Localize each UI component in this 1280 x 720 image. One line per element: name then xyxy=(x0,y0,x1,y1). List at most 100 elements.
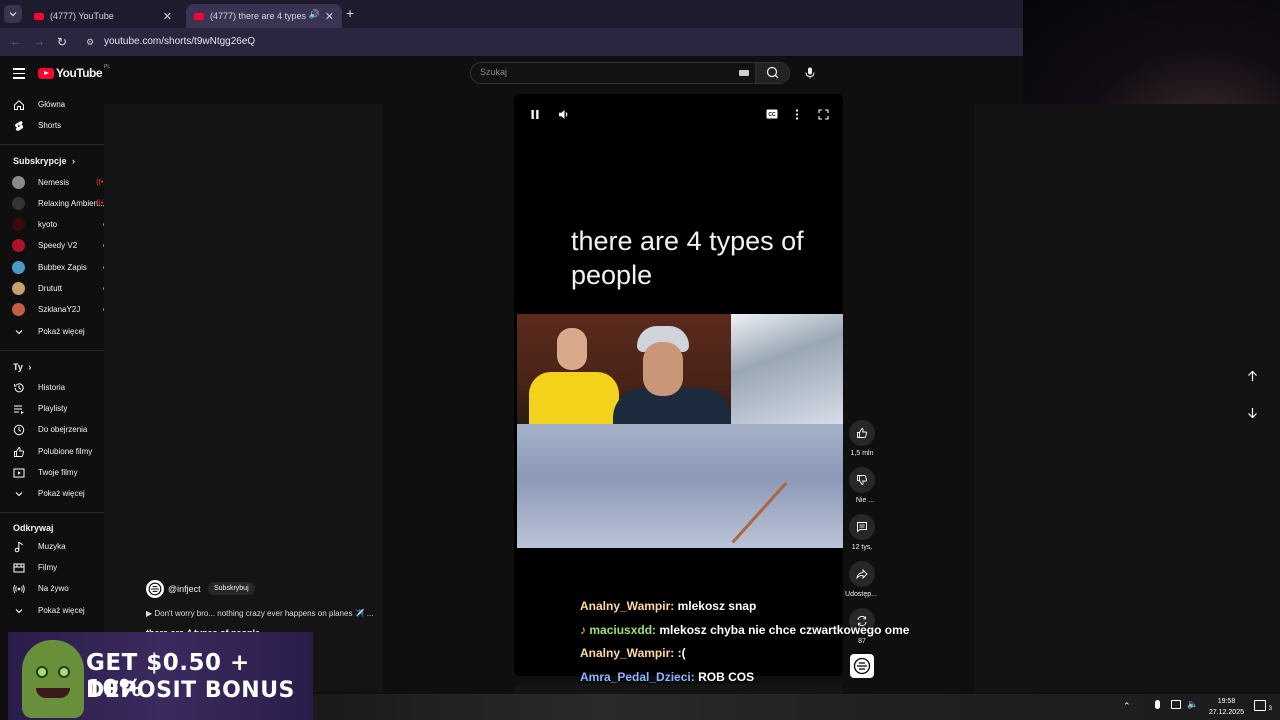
chevron-down-icon xyxy=(12,325,26,339)
like-count: 1,5 mln xyxy=(850,450,874,457)
logo-text: YouTube xyxy=(56,66,103,80)
sidebar-item-label: Muzyka xyxy=(38,542,66,551)
shorts-left-panel xyxy=(104,104,383,692)
chat-text: :( xyxy=(677,646,686,660)
search-input[interactable]: Szukaj xyxy=(480,67,507,77)
chat-message: Amra_Pedal_Dzieci: ROB COS xyxy=(580,670,754,684)
captions-button[interactable]: CC xyxy=(763,106,781,122)
chevron-right-icon: › xyxy=(28,362,32,372)
sidebar-item-label: Bubbex Zapis xyxy=(38,263,87,272)
chevron-down-icon xyxy=(9,12,17,17)
avatar xyxy=(12,239,25,252)
fullscreen-button[interactable] xyxy=(814,106,832,122)
yellow-shirt xyxy=(529,372,619,424)
sidebar-item-label: Pokaż więcej xyxy=(38,327,85,336)
video-frame xyxy=(517,314,843,548)
youtube-header: YouTube PL Szukaj xyxy=(0,56,1023,92)
search-button[interactable] xyxy=(755,63,789,83)
notification-count: 3 xyxy=(1268,706,1272,712)
avatar xyxy=(12,282,25,295)
microphone-icon xyxy=(805,67,815,79)
voice-search-button[interactable] xyxy=(799,62,821,84)
volume-button[interactable] xyxy=(555,106,573,122)
windows-taskbar: ⌃ 🔈 19:58 27.12.2025 3 xyxy=(313,694,1280,720)
you-heading-label: Ty xyxy=(13,362,23,372)
next-short-preview[interactable] xyxy=(514,684,843,694)
more-options-button[interactable] xyxy=(788,106,806,122)
thumb-up-icon xyxy=(857,428,868,438)
svg-text:CC: CC xyxy=(768,112,776,118)
chat-text: ROB COS xyxy=(698,670,755,684)
video-caption-text: there are 4 types of people xyxy=(571,226,804,290)
chat-message: ♪ maciusxdd: mlekosz chyba nie chce czwa… xyxy=(580,623,909,637)
microphone-tray-icon[interactable] xyxy=(1155,700,1160,709)
system-clock[interactable]: 19:58 27.12.2025 xyxy=(1209,696,1244,718)
music-note-icon: ♪ xyxy=(580,623,586,637)
share-button[interactable] xyxy=(849,561,875,587)
youtube-logo[interactable]: YouTube PL xyxy=(38,64,110,80)
new-tab-button[interactable]: + xyxy=(346,5,354,21)
speaker-icon[interactable]: 🔊 xyxy=(309,9,320,20)
sidebar-item-label: Relaxing Ambien... xyxy=(38,199,105,208)
back-icon[interactable]: ← xyxy=(10,36,21,48)
site-info-icon[interactable]: ⚙ xyxy=(86,32,94,52)
dislike-button[interactable] xyxy=(849,467,875,493)
explore-heading-label: Odkrywaj xyxy=(13,523,54,533)
playlist-icon xyxy=(12,402,26,416)
volume-icon xyxy=(559,109,568,119)
tab-title: (4777) YouTube xyxy=(50,11,114,21)
comments-button[interactable] xyxy=(849,514,875,540)
browser-tab-active[interactable]: (4777) there are 4 types of 🔊 ✕ xyxy=(186,4,342,28)
share-icon xyxy=(856,568,868,580)
sidebar-item-label: Shorts xyxy=(38,121,62,130)
like-button[interactable] xyxy=(849,420,875,446)
remix-count: 87 xyxy=(858,638,866,645)
volume-tray-icon[interactable]: 🔈 xyxy=(1187,699,1198,710)
sidebar-item-label: Drututt xyxy=(38,284,63,293)
close-tab-icon[interactable]: ✕ xyxy=(163,10,172,23)
short-video-player[interactable]: CC there are 4 types of people xyxy=(514,94,843,676)
channel-avatar[interactable] xyxy=(146,580,164,598)
reload-icon[interactable]: ↻ xyxy=(57,35,67,49)
avatar xyxy=(12,303,25,316)
tab-list-button[interactable] xyxy=(4,5,22,23)
close-tab-icon[interactable]: ✕ xyxy=(325,10,334,23)
streamer-face xyxy=(643,342,683,396)
url-field[interactable]: ⚙ youtube.com/shorts/t9wNtgg26eQ xyxy=(78,32,1018,52)
play-square-icon xyxy=(12,466,26,480)
menu-icon[interactable] xyxy=(13,68,25,79)
subscriptions-heading[interactable]: Subskrypcje › xyxy=(13,156,75,166)
next-short-button[interactable] xyxy=(1240,402,1264,424)
notification-center-icon[interactable] xyxy=(1254,700,1266,711)
forward-icon[interactable]: → xyxy=(34,36,45,48)
more-vertical-icon xyxy=(795,108,799,120)
avatar xyxy=(12,176,25,189)
arrow-up-icon xyxy=(1247,370,1257,381)
previous-short-button[interactable] xyxy=(1240,365,1264,387)
search-box[interactable]: Szukaj xyxy=(470,62,790,84)
browser-tab-youtube[interactable]: (4777) YouTube ✕ xyxy=(26,4,180,28)
sidebar-item-label: Speedy V2 xyxy=(38,241,78,250)
chevron-up-icon[interactable]: ⌃ xyxy=(1123,701,1131,712)
keyboard-icon[interactable] xyxy=(739,70,749,76)
url-text: youtube.com/shorts/t9wNtgg26eQ xyxy=(104,36,256,47)
address-bar-row: ← → ↻ ⚙ youtube.com/shorts/t9wNtgg26eQ xyxy=(0,28,1023,56)
thumb-up-icon xyxy=(12,445,26,459)
sidebar-item-label: Nemesis xyxy=(38,178,70,187)
subscribe-button[interactable]: Subskrybuj xyxy=(208,582,255,595)
channel-avatar-button[interactable] xyxy=(850,654,874,678)
chat-message: Analny_Wampir: :( xyxy=(580,646,686,660)
short-description[interactable]: ▶ Don't worry bro... nothing crazy ever … xyxy=(146,609,374,618)
youtube-favicon-icon xyxy=(194,12,204,20)
pause-button[interactable] xyxy=(526,106,544,122)
subscriptions-heading-label: Subskrypcje xyxy=(13,156,67,166)
channel-name[interactable]: @infject xyxy=(168,584,201,594)
sidebar-item-label: kyoto xyxy=(38,220,58,229)
network-icon[interactable] xyxy=(1171,700,1181,709)
youtube-play-icon xyxy=(38,67,54,79)
share-label: Udostęp... xyxy=(845,591,877,598)
chat-username: Amra_Pedal_Dzieci: xyxy=(580,670,695,684)
home-icon xyxy=(12,98,26,112)
sidebar-item-label: Playlisty xyxy=(38,404,68,413)
you-heading[interactable]: Ty › xyxy=(13,362,31,372)
